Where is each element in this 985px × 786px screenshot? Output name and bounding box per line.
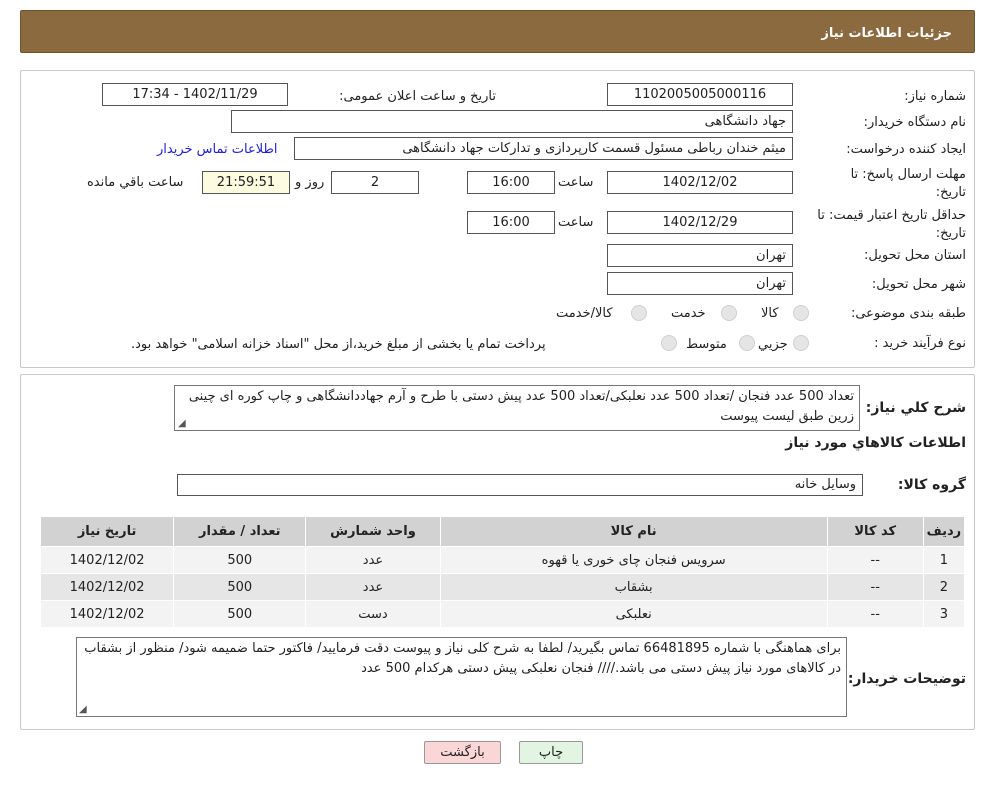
city-label: شهر محل تحویل: xyxy=(871,277,966,292)
cell-goods-code: -- xyxy=(826,546,924,574)
table-row: 2 -- بشقاب عدد 500 1402/12/02 xyxy=(39,573,966,601)
category-radio-service[interactable] xyxy=(721,305,737,321)
print-button[interactable]: چاپ xyxy=(519,741,583,764)
buyer-notes-text: برای هماهنگی با شماره 66481895 تماس بگیر… xyxy=(84,641,841,676)
buyer-org-field: جهاد دانشگاهی xyxy=(231,110,793,133)
treasury-note: پرداخت تمام یا بخشی از مبلغ خرید،از محل … xyxy=(131,337,546,352)
need-info-panel: شماره نیاز: 1102005005000116 تاریخ و ساع… xyxy=(20,70,975,368)
purchase-type-label: نوع فرآیند خرید : xyxy=(874,336,966,351)
cell-need-date: 1402/12/02 xyxy=(39,573,175,601)
reply-deadline-date-field: 1402/12/02 xyxy=(607,171,793,194)
category-option-service: خدمت xyxy=(671,306,706,321)
cell-row-number: 2 xyxy=(922,573,966,601)
cell-goods-name: نعلبکی xyxy=(439,600,828,628)
goods-group-field: وسایل خانه xyxy=(177,474,863,496)
cell-quantity: 500 xyxy=(173,600,307,628)
col-row-number: رديف xyxy=(922,516,966,547)
cell-goods-code: -- xyxy=(826,600,924,628)
purchase-radio-minor[interactable] xyxy=(793,335,809,351)
announce-datetime-field: 1402/11/29 - 17:34 xyxy=(102,83,288,106)
cell-quantity: 500 xyxy=(173,546,307,574)
reply-days-label: روز و xyxy=(295,175,325,190)
cell-need-date: 1402/12/02 xyxy=(39,600,175,628)
table-row: 3 -- نعلبکی دست 500 1402/12/02 xyxy=(39,600,966,628)
announce-datetime-label: تاریخ و ساعت اعلان عمومی: xyxy=(339,89,496,104)
treasury-checkbox[interactable] xyxy=(661,335,677,351)
goods-group-label: گروه كالا: xyxy=(897,477,966,493)
resize-grip-icon[interactable]: ◢ xyxy=(79,705,88,715)
cell-unit: عدد xyxy=(305,573,441,601)
col-goods-code: کد کالا xyxy=(826,516,924,547)
need-number-label: شماره نیاز: xyxy=(904,89,966,104)
category-radio-goods[interactable] xyxy=(793,305,809,321)
col-goods-name: نام کالا xyxy=(439,516,828,547)
price-validity-time-field: 16:00 xyxy=(467,211,555,234)
summary-textarea[interactable]: تعداد 500 عدد فنجان /تعداد 500 عدد نعلبک… xyxy=(174,385,860,431)
buyer-contact-link[interactable]: اطلاعات تماس خریدار xyxy=(157,142,277,157)
buyer-notes-label: توضیحات خریدار: xyxy=(847,671,966,687)
buyer-notes-textarea[interactable]: برای هماهنگی با شماره 66481895 تماس بگیر… xyxy=(76,637,847,717)
province-field: تهران xyxy=(607,244,793,267)
goods-table: رديف کد کالا نام کالا واحد شمارش تعداد /… xyxy=(39,516,966,628)
price-validity-label: حداقل تاریخ اعتبار قیمت: تا تاریخ: xyxy=(817,208,966,241)
cell-row-number: 3 xyxy=(922,600,966,628)
requester-field: میثم خندان رباطی مسئول قسمت کارپردازی و … xyxy=(294,137,793,160)
reply-days-field: 2 xyxy=(331,171,419,194)
price-validity-date-field: 1402/12/29 xyxy=(607,211,793,234)
category-option-goods: کالا xyxy=(761,306,779,321)
cell-unit: عدد xyxy=(305,546,441,574)
goods-info-title: اطلاعات كالاهاي مورد نياز xyxy=(785,435,966,451)
cell-goods-name: سرویس فنجان چای خوری یا قهوه xyxy=(439,546,828,574)
summary-label: شرح كلي نياز: xyxy=(865,400,966,416)
need-number-field: 1102005005000116 xyxy=(607,83,793,106)
page-header: جزئیات اطلاعات نیاز xyxy=(20,10,975,53)
table-row: 1 -- سرویس فنجان چای خوری یا قهوه عدد 50… xyxy=(39,546,966,574)
summary-text: تعداد 500 عدد فنجان /تعداد 500 عدد نعلبک… xyxy=(188,389,854,424)
category-option-goods-service: کالا/خدمت xyxy=(556,306,613,321)
remaining-time-field: 21:59:51 xyxy=(202,171,290,194)
purchase-option-medium: متوسط xyxy=(686,337,727,352)
page-title: جزئیات اطلاعات نیاز xyxy=(821,26,952,41)
cell-need-date: 1402/12/02 xyxy=(39,546,175,574)
province-label: استان محل تحویل: xyxy=(864,248,966,263)
goods-table-header: رديف کد کالا نام کالا واحد شمارش تعداد /… xyxy=(39,516,966,547)
cell-goods-name: بشقاب xyxy=(439,573,828,601)
price-validity-time-label: ساعت xyxy=(558,215,594,230)
back-button[interactable]: بازگشت xyxy=(424,741,501,764)
buyer-org-label: نام دستگاه خریدار: xyxy=(863,115,966,130)
reply-deadline-label: مهلت ارسال پاسخ: تا تاریخ: xyxy=(850,167,966,200)
category-radio-goods-service[interactable] xyxy=(631,305,647,321)
cell-quantity: 500 xyxy=(173,573,307,601)
requester-label: ایجاد کننده درخواست: xyxy=(846,142,966,157)
cell-goods-code: -- xyxy=(826,573,924,601)
category-label: طبقه بندی موضوعی: xyxy=(850,306,966,321)
cell-row-number: 1 xyxy=(922,546,966,574)
reply-deadline-time-label: ساعت xyxy=(558,175,594,190)
remaining-time-label: ساعت باقي مانده xyxy=(87,175,184,190)
cell-unit: دست xyxy=(305,600,441,628)
purchase-option-minor: جزیي xyxy=(758,337,788,352)
col-need-date: تاریخ نیاز xyxy=(39,516,175,547)
col-quantity: تعداد / مقدار xyxy=(173,516,307,547)
reply-deadline-time-field: 16:00 xyxy=(467,171,555,194)
purchase-radio-medium[interactable] xyxy=(739,335,755,351)
col-unit: واحد شمارش xyxy=(305,516,441,547)
city-field: تهران xyxy=(607,272,793,295)
need-details-panel: شرح كلي نياز: تعداد 500 عدد فنجان /تعداد… xyxy=(20,374,975,730)
resize-grip-icon[interactable]: ◢ xyxy=(178,419,187,429)
